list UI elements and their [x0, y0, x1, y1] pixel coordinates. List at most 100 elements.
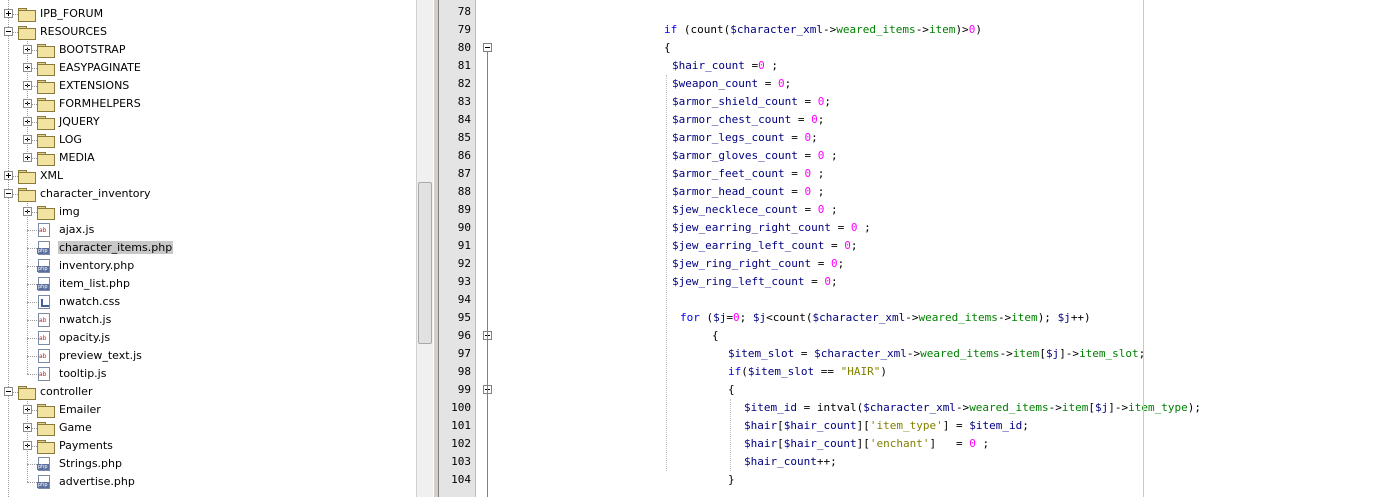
code-token: item — [1061, 401, 1089, 414]
tree-folder-item[interactable]: FORMHELPERS — [0, 95, 380, 113]
code-token: $character_xml — [730, 23, 823, 36]
tree-file-item[interactable]: nwatch.css — [0, 293, 380, 311]
tree-folder-item[interactable]: RESOURCES — [0, 23, 380, 41]
folder-icon — [18, 170, 36, 184]
tree-folder-item[interactable]: controller — [0, 383, 380, 401]
tree-folder-item[interactable]: EXTENSIONS — [0, 77, 380, 95]
line-number: 100 — [451, 401, 471, 414]
code-line: $armor_feet_count = 0 ; — [672, 165, 824, 183]
tree-file-item[interactable]: character_items.php — [0, 239, 380, 257]
code-token: $j — [1045, 347, 1060, 360]
tree-folder-item[interactable]: BOOTSTRAP — [0, 41, 380, 59]
tree-file-item[interactable]: opacity.js — [0, 329, 380, 347]
code-token: 0 — [777, 77, 785, 90]
code-token: $character_xml — [863, 401, 956, 414]
folder-icon — [37, 62, 55, 76]
code-token: [ — [777, 419, 784, 432]
code-token: )> — [955, 23, 969, 36]
code-token: ); — [1037, 311, 1058, 324]
tree-folder-item[interactable]: LOG — [0, 131, 380, 149]
tree-folder-item[interactable]: character_inventory — [0, 185, 380, 203]
tree-folder-item[interactable]: MEDIA — [0, 149, 380, 167]
tree-file-item[interactable]: ajax.js — [0, 221, 380, 239]
code-token: ; — [824, 149, 838, 162]
code-line: $hair[$hair_count]['enchant'] = 0 ; — [744, 435, 989, 453]
code-token: item_slot — [1079, 347, 1139, 360]
tree-file-item[interactable]: inventory.php — [0, 257, 380, 275]
collapse-icon[interactable] — [4, 189, 13, 198]
code-token: ( — [699, 311, 714, 324]
tree-folder-item[interactable]: img — [0, 203, 380, 221]
tree-folder-item[interactable]: Payments — [0, 437, 380, 455]
code-token: { — [712, 329, 719, 342]
tree-folder-item[interactable]: Game — [0, 419, 380, 437]
tree-folder-item[interactable]: EASYPAGINATE — [0, 59, 380, 77]
code-token: $j — [1095, 401, 1109, 414]
right-margin-guide — [1143, 0, 1144, 497]
expand-icon[interactable] — [4, 171, 13, 180]
code-editor[interactable]: if (count($character_xml->weared_items->… — [492, 0, 1388, 497]
tree-connector — [27, 320, 37, 321]
tree-scrollbar-thumb[interactable] — [418, 182, 432, 344]
tree-file-item[interactable]: advertise.php — [0, 473, 380, 491]
code-token: $hair — [744, 437, 778, 450]
code-token: { — [664, 41, 671, 54]
fold-collapse-icon[interactable] — [483, 43, 492, 52]
tree-file-item[interactable]: item_list.php — [0, 275, 380, 293]
code-line: $jew_ring_right_count = 0; — [672, 255, 844, 273]
code-line: $jew_earring_left_count = 0; — [672, 237, 857, 255]
line-number: 90 — [457, 221, 471, 234]
tree-folder-item[interactable]: IPB_FORUM — [0, 5, 380, 23]
tree-file-item[interactable]: preview_text.js — [0, 347, 380, 365]
code-token: ; — [811, 185, 825, 198]
code-token: ][ — [856, 419, 870, 432]
tree-item-label: tooltip.js — [59, 367, 107, 380]
fold-guide-line — [487, 52, 488, 497]
tree-item-label: Payments — [59, 439, 113, 452]
tree-file-item[interactable]: tooltip.js — [0, 365, 380, 383]
code-token: $j — [713, 311, 727, 324]
tree-folder-item[interactable]: XML — [0, 167, 380, 185]
css-file-icon — [38, 295, 50, 309]
line-number: 83 — [457, 95, 471, 108]
folder-icon — [37, 134, 55, 148]
tree-item-label: RESOURCES — [40, 25, 107, 38]
line-number: 88 — [457, 185, 471, 198]
code-line: $armor_gloves_count = 0 ; — [672, 147, 838, 165]
code-token: ; — [975, 437, 990, 450]
php-file-icon — [37, 277, 50, 291]
tree-folder-item[interactable]: Emailer — [0, 401, 380, 419]
code-token: = — [824, 239, 845, 252]
line-number: 101 — [451, 419, 471, 432]
collapse-icon[interactable] — [4, 387, 13, 396]
line-number: 97 — [457, 347, 471, 360]
code-token: = — [804, 275, 825, 288]
code-line: $armor_head_count = 0 ; — [672, 183, 824, 201]
code-line: { — [728, 381, 735, 399]
code-token: -> — [955, 401, 970, 414]
tree-file-item[interactable]: nwatch.js — [0, 311, 380, 329]
expand-icon[interactable] — [4, 9, 13, 18]
code-token: -> — [915, 23, 929, 36]
code-token: item — [1012, 347, 1040, 360]
code-token: -> — [1048, 401, 1062, 414]
code-line: $jew_necklece_count = 0 ; — [672, 201, 838, 219]
collapse-icon[interactable] — [4, 27, 13, 36]
tree-item-label: nwatch.css — [59, 295, 121, 308]
code-token: item_type — [1128, 401, 1188, 414]
code-token: item — [928, 23, 956, 36]
code-token: 0 — [830, 257, 838, 270]
code-line: $armor_legs_count = 0; — [672, 129, 818, 147]
line-number: 89 — [457, 203, 471, 216]
code-token: item — [1011, 311, 1038, 324]
code-token: if — [664, 23, 678, 36]
tree-item-label: XML — [40, 169, 64, 182]
tree-item-label: character_items.php — [58, 241, 174, 254]
folder-icon — [37, 422, 55, 436]
tree-scrollbar[interactable] — [416, 0, 433, 497]
tree-file-item[interactable]: Strings.php — [0, 455, 380, 473]
tree-folder-item[interactable]: JQUERY — [0, 113, 380, 131]
line-number: 102 — [451, 437, 471, 450]
code-token: ; — [764, 59, 778, 72]
code-token: = — [784, 185, 805, 198]
